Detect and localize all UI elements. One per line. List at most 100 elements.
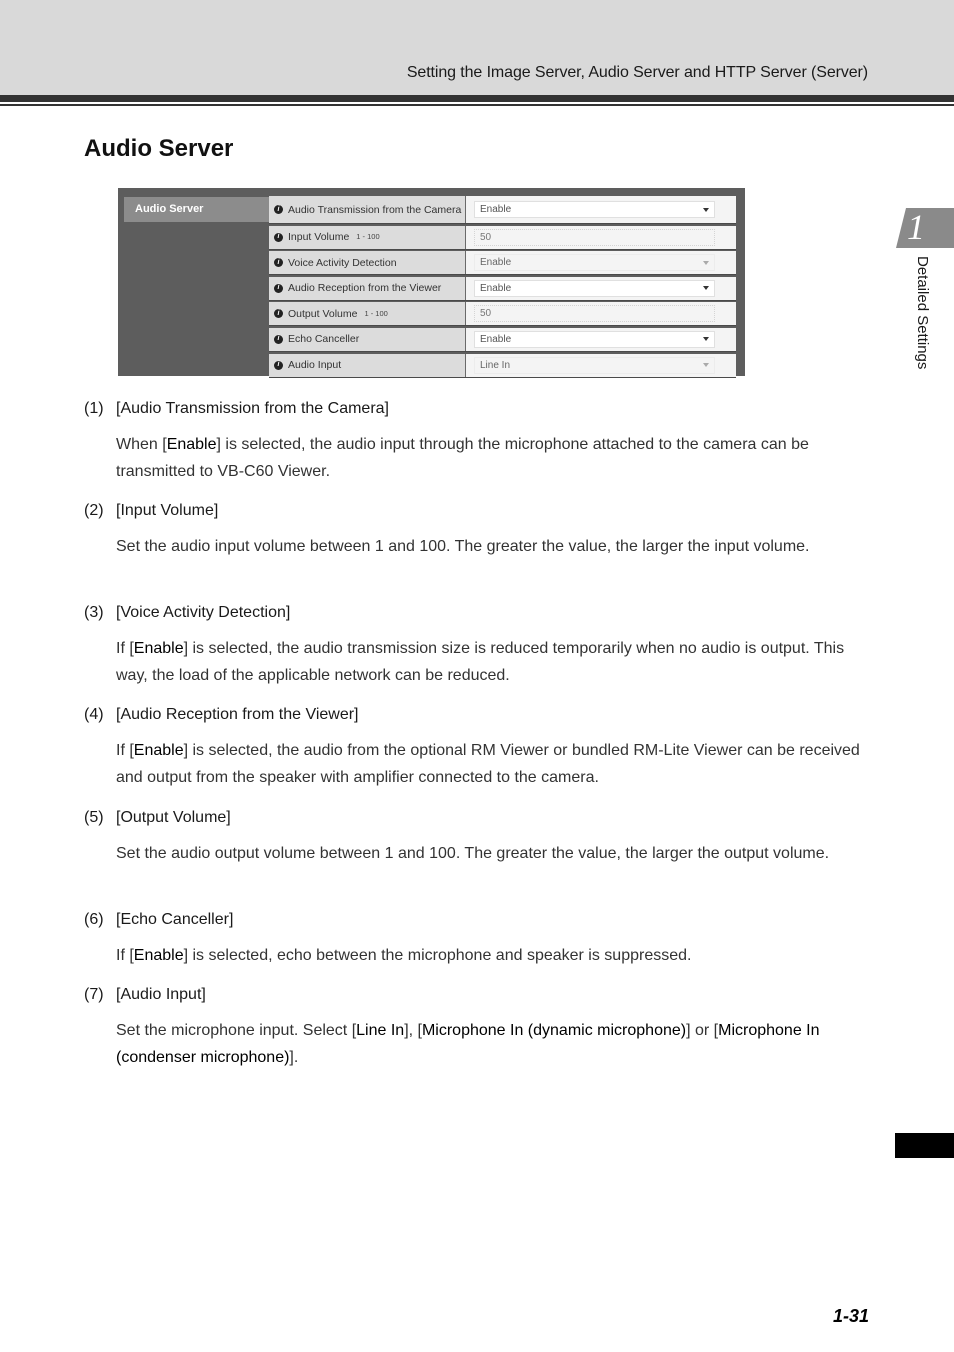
settings-row: i Output Volume 1 - 100 50	[269, 302, 736, 327]
info-icon[interactable]: i	[274, 360, 283, 370]
description-text: ] is selected, the audio input through t…	[116, 436, 809, 480]
dropdown-arrow-icon[interactable]	[703, 260, 709, 265]
description-item: (4) [Audio Reception from the Viewer] If […	[84, 706, 874, 791]
setting-value: Enable	[480, 257, 512, 269]
item-title: [Echo Canceller]	[116, 911, 234, 928]
setting-value: 50	[480, 308, 492, 320]
setting-label: i Echo Canceller	[269, 327, 466, 351]
setting-label-text: Voice Activity Detection	[288, 256, 397, 269]
dropdown-arrow-icon[interactable]	[703, 207, 709, 212]
description-text: ] is selected, the audio from the option…	[116, 742, 860, 786]
setting-value: Enable	[480, 333, 512, 345]
description-item: (2) [Input Volume] Set the audio input vol…	[84, 502, 874, 560]
item-number: (4)	[84, 706, 104, 723]
panel-menu-audio-server[interactable]: Audio Server	[124, 197, 270, 222]
item-heading: (6) [Echo Canceller]	[84, 911, 874, 929]
setting-control-cell: Enable	[466, 276, 736, 300]
setting-label-text: Output Volume	[288, 307, 358, 320]
item-title: [Audio Reception from the Viewer]	[116, 706, 359, 723]
setting-value: 50	[480, 231, 492, 243]
setting-value: Enable	[480, 282, 512, 294]
dropdown-arrow-icon[interactable]	[703, 286, 709, 291]
description-text: If [	[116, 947, 134, 964]
setting-label-text: Audio Input	[288, 359, 342, 372]
dropdown-arrow-icon[interactable]	[703, 337, 709, 342]
setting-control-cell: Enable	[466, 327, 736, 351]
item-number: (2)	[84, 502, 104, 519]
info-icon[interactable]: i	[274, 205, 283, 214]
setting-label-text: Input Volume	[288, 231, 350, 244]
settings-row: i Audio Reception from the Viewer Enable	[269, 276, 736, 301]
setting-label: i Audio Input	[269, 353, 466, 377]
item-title: [Audio Transmission from the Camera]	[116, 400, 389, 417]
setting-value: Line In	[480, 359, 511, 371]
item-heading: (1) [Audio Transmission from the Camera]	[84, 400, 874, 418]
setting-label: i Input Volume 1 - 100	[269, 225, 466, 249]
info-icon[interactable]: i	[274, 258, 283, 268]
setting-control-cell: 50	[466, 302, 736, 326]
description-text: ].	[289, 1049, 299, 1066]
setting-label-text: Echo Canceller	[288, 333, 360, 346]
info-icon[interactable]: i	[274, 283, 283, 293]
info-icon[interactable]: i	[274, 309, 283, 319]
setting-dropdown[interactable]: Enable	[474, 330, 715, 348]
item-number: (6)	[84, 911, 104, 928]
item-number: (5)	[84, 809, 104, 826]
setting-dropdown[interactable]: Enable	[474, 201, 715, 218]
settings-row: i Echo Canceller Enable	[269, 327, 736, 352]
thumb-index-tab	[895, 1133, 954, 1158]
setting-dropdown[interactable]: Enable	[474, 279, 715, 297]
page-number: 1-31	[832, 1306, 869, 1326]
chapter-tab	[896, 208, 954, 248]
setting-dropdown[interactable]: Enable	[474, 254, 715, 272]
running-header: Setting the Image Server, Audio Server a…	[406, 64, 868, 81]
setting-text-input[interactable]: 50	[474, 305, 715, 323]
setting-control-cell: Enable	[466, 196, 736, 223]
item-title: [Audio Input]	[116, 986, 206, 1003]
dropdown-arrow-icon[interactable]	[703, 363, 709, 368]
info-icon[interactable]: i	[274, 232, 283, 242]
item-description: Set the microphone input. Select [Line I…	[116, 1017, 874, 1071]
item-number: (7)	[84, 986, 104, 1003]
item-heading: (3) [Voice Activity Detection]	[84, 604, 874, 622]
description-text: ], [	[404, 1022, 422, 1039]
description-text: ] is selected, echo between the micropho…	[183, 947, 692, 964]
audio-server-settings-panel: Audio Server i Audio Transmission from th…	[118, 188, 745, 379]
item-number: (1)	[84, 400, 104, 417]
description-item: (3) [Voice Activity Detection] If [Enable]…	[84, 604, 874, 689]
description-text: If [	[116, 742, 134, 759]
item-heading: (5) [Output Volume]	[84, 809, 874, 827]
item-heading: (4) [Audio Reception from the Viewer]	[84, 706, 874, 724]
item-title: [Input Volume]	[116, 502, 219, 519]
settings-row: i Voice Activity Detection Enable	[269, 251, 736, 276]
setting-label: i Voice Activity Detection	[269, 251, 466, 275]
setting-control-cell: Enable	[466, 251, 736, 275]
setting-dropdown[interactable]: Line In	[474, 356, 715, 374]
description-text: When [	[116, 436, 167, 453]
settings-row: i Audio Transmission from the Camera Enabl…	[269, 196, 736, 224]
header-rule-thick	[0, 95, 954, 102]
setting-range: 1 - 100	[364, 308, 388, 318]
setting-control-cell: 50	[466, 225, 736, 249]
setting-label: i Audio Transmission from the Camera	[269, 196, 466, 223]
item-description: If [Enable] is selected, the audio from …	[116, 737, 874, 791]
option-name: Microphone In (dynamic microphone)	[421, 1022, 687, 1039]
setting-label: i Audio Reception from the Viewer	[269, 276, 466, 300]
item-heading: (7) [Audio Input]	[84, 986, 874, 1004]
info-icon[interactable]: i	[274, 334, 283, 344]
setting-label-text: Audio Transmission from the Camera	[288, 203, 462, 216]
item-description: Set the audio output volume between 1 an…	[116, 840, 874, 867]
option-name: Enable	[133, 640, 184, 657]
item-description: Set the audio input volume between 1 and…	[116, 533, 874, 560]
description-text: ] or [	[686, 1022, 719, 1039]
option-name: Enable	[133, 742, 184, 759]
description-item: (1) [Audio Transmission from the Camera] W…	[84, 400, 874, 485]
chapter-label: Detailed Settings	[914, 256, 931, 370]
setting-text-input[interactable]: 50	[474, 228, 715, 246]
description-item: (5) [Output Volume] Set the audio output v…	[84, 809, 874, 867]
settings-row: i Audio Input Line In	[269, 353, 736, 378]
item-description: When [Enable] is selected, the audio inp…	[116, 431, 874, 485]
description-item: (6) [Echo Canceller] If [Enable] is select…	[84, 911, 874, 969]
item-description: If [Enable] is selected, echo between th…	[116, 942, 874, 969]
settings-rows: i Audio Transmission from the Camera Enabl…	[269, 196, 736, 379]
